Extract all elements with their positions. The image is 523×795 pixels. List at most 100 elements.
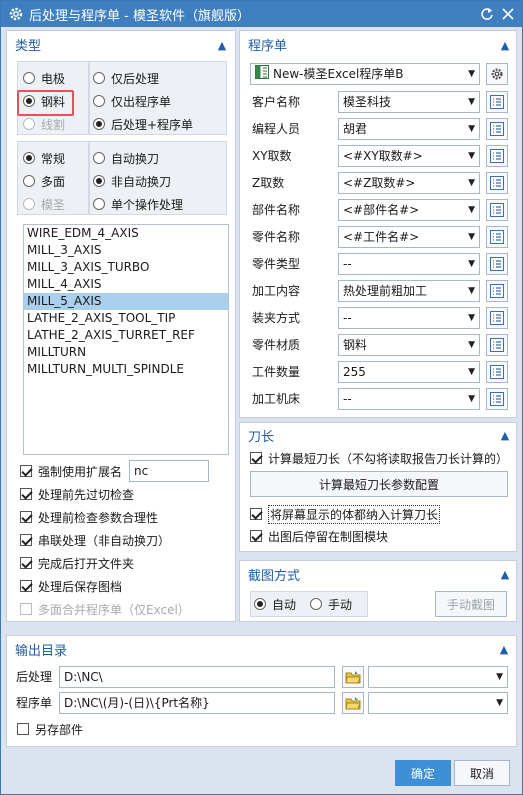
output-mode-radio-2[interactable]: 后处理+程序单 — [93, 114, 193, 134]
force-extension-check[interactable] — [20, 465, 32, 477]
output-mode-radio-dot[interactable] — [93, 72, 105, 84]
postprocessor-item[interactable]: MILLTURN — [24, 344, 228, 361]
postprocessor-item[interactable]: MILL_4_AXIS — [24, 276, 228, 293]
sheet-field-list-button[interactable] — [486, 388, 508, 410]
post-dir-history-select[interactable]: ▼ — [368, 666, 508, 688]
sheet-field-select[interactable]: -- ▼ — [338, 388, 480, 410]
postprocessor-item[interactable]: MILL_3_AXIS_TURBO — [24, 259, 228, 276]
collapse-type-icon[interactable]: ▲ — [215, 38, 229, 52]
calc-min-length-checkbox[interactable]: 计算最短刀长（不勾将读取报告刀长计算的） — [250, 448, 508, 468]
save-part-checkbox[interactable]: 另存部件 — [17, 719, 83, 739]
sheet-field-list-button[interactable] — [486, 118, 508, 140]
capture-manual-radio[interactable]: 手动 — [310, 594, 352, 614]
force-extension-checkbox[interactable]: 强制使用扩展名 — [20, 461, 122, 481]
scope-radio-dot[interactable] — [23, 198, 35, 210]
sheet-dir-folder-icon[interactable] — [342, 692, 364, 714]
option-check[interactable] — [20, 534, 32, 546]
sheet-field-select[interactable]: <#工件名#> ▼ — [338, 226, 480, 248]
tool-length-config-button[interactable]: 计算最短刀长参数配置 — [250, 471, 508, 497]
sheet-field-list-button[interactable] — [486, 91, 508, 113]
manual-capture-button[interactable]: 手动截图 — [435, 591, 507, 617]
cancel-button[interactable]: 取消 — [454, 760, 510, 786]
sheet-dir-history-select[interactable]: ▼ — [368, 692, 508, 714]
toolchange-radio-1[interactable]: 非自动换刀 — [93, 171, 171, 191]
stay-drafting-check[interactable] — [250, 530, 262, 542]
capture-auto-dot[interactable] — [254, 598, 266, 610]
capture-auto-radio[interactable]: 自动 — [254, 594, 296, 614]
sheet-field-list-button[interactable] — [486, 145, 508, 167]
output-mode-radio-1[interactable]: 仅出程序单 — [93, 91, 171, 111]
option-checkbox-3[interactable]: 完成后打开文件夹 — [20, 553, 134, 573]
collapse-sheet-icon[interactable]: ▲ — [498, 38, 512, 52]
option-check[interactable] — [20, 580, 32, 592]
sheet-field-select[interactable]: -- ▼ — [338, 307, 480, 329]
sheet-field-list-button[interactable] — [486, 334, 508, 356]
close-icon[interactable] — [498, 4, 518, 24]
toolchange-radio-0[interactable]: 自动换刀 — [93, 148, 159, 168]
option-checkbox-5[interactable]: 多面合并程序单（仅Excel） — [20, 599, 190, 619]
postprocessor-item[interactable]: LATHE_2_AXIS_TOOL_TIP — [24, 310, 228, 327]
sheet-field-select[interactable]: -- ▼ — [338, 253, 480, 275]
sheet-field-list-button[interactable] — [486, 307, 508, 329]
sheet-field-select[interactable]: 钢料 ▼ — [338, 334, 480, 356]
sheet-field-select[interactable]: 热处理前粗加工 ▼ — [338, 280, 480, 302]
post-dir-folder-icon[interactable] — [342, 666, 364, 688]
toolchange-radio-dot[interactable] — [93, 152, 105, 164]
sheet-field-select[interactable]: <#XY取数#> ▼ — [338, 145, 480, 167]
sheet-field-select[interactable]: 255 ▼ — [338, 361, 480, 383]
sheet-field-list-button[interactable] — [486, 361, 508, 383]
option-checkbox-0[interactable]: 处理前先过切检查 — [20, 484, 134, 504]
sheet-field-select[interactable]: <#部件名#> ▼ — [338, 199, 480, 221]
capture-manual-dot[interactable] — [310, 598, 322, 610]
scope-radio-0[interactable]: 常规 — [23, 148, 65, 168]
sheet-field-select[interactable]: 模圣科技 ▼ — [338, 91, 480, 113]
sheet-field-list-button[interactable] — [486, 226, 508, 248]
material-radio-0[interactable]: 电极 — [23, 68, 65, 88]
post-dir-input[interactable]: D:\NC\ — [59, 666, 335, 688]
sheet-dir-input[interactable]: D:\NC\(月)-(日)\{Prt名称} — [59, 692, 335, 714]
material-radio-dot[interactable] — [23, 72, 35, 84]
collapse-output-icon[interactable]: ▲ — [497, 642, 511, 656]
calc-min-length-check[interactable] — [250, 452, 262, 464]
include-bodies-checkbox[interactable]: 将屏幕显示的体都纳入计算刀长 — [250, 504, 441, 524]
option-check[interactable] — [20, 511, 32, 523]
toolchange-radio-dot[interactable] — [93, 175, 105, 187]
material-radio-2[interactable]: 线割 — [23, 114, 65, 134]
stay-drafting-checkbox[interactable]: 出图后停留在制图模块 — [250, 526, 388, 546]
include-bodies-check[interactable] — [250, 508, 262, 520]
scope-radio-dot[interactable] — [23, 175, 35, 187]
option-checkbox-2[interactable]: 串联处理（非自动换刀） — [20, 530, 170, 550]
reset-icon[interactable] — [477, 4, 497, 24]
scope-radio-dot[interactable] — [23, 152, 35, 164]
collapse-capture-icon[interactable]: ▲ — [498, 567, 512, 581]
postprocessor-item[interactable]: MILLTURN_MULTI_SPINDLE — [24, 361, 228, 378]
output-mode-radio-dot[interactable] — [93, 118, 105, 130]
scope-radio-1[interactable]: 多面 — [23, 171, 65, 191]
option-check[interactable] — [20, 603, 32, 615]
toolchange-radio-dot[interactable] — [93, 198, 105, 210]
sheet-field-select[interactable]: <#Z取数#> ▼ — [338, 172, 480, 194]
sheet-field-list-button[interactable] — [486, 172, 508, 194]
output-mode-radio-dot[interactable] — [93, 95, 105, 107]
sheet-field-list-button[interactable] — [486, 280, 508, 302]
postprocessor-item[interactable]: LATHE_2_AXIS_TURRET_REF — [24, 327, 228, 344]
postprocessor-item[interactable]: MILL_5_AXIS — [24, 293, 228, 310]
toolchange-radio-2[interactable]: 单个操作处理 — [93, 194, 183, 214]
template-settings-button[interactable] — [486, 63, 508, 85]
save-part-check[interactable] — [17, 723, 29, 735]
template-select[interactable]: New-模圣Excel程序单B ▼ — [250, 63, 480, 85]
collapse-tool-icon[interactable]: ▲ — [498, 428, 512, 442]
scope-radio-2[interactable]: 模圣 — [23, 194, 65, 214]
output-mode-radio-0[interactable]: 仅后处理 — [93, 68, 159, 88]
postprocessor-item[interactable]: MILL_3_AXIS — [24, 242, 228, 259]
material-radio-dot[interactable] — [23, 118, 35, 130]
postprocessor-list[interactable]: WIRE_EDM_4_AXIS MILL_3_AXIS MILL_3_AXIS_TU… — [23, 224, 229, 455]
option-check[interactable] — [20, 488, 32, 500]
option-checkbox-1[interactable]: 处理前检查参数合理性 — [20, 507, 158, 527]
option-checkbox-4[interactable]: 处理后保存图档 — [20, 576, 122, 596]
postprocessor-item[interactable]: WIRE_EDM_4_AXIS — [24, 225, 228, 242]
sheet-field-select[interactable]: 胡君 ▼ — [338, 118, 480, 140]
sheet-field-list-button[interactable] — [486, 253, 508, 275]
extension-input[interactable]: nc — [129, 460, 209, 482]
ok-button[interactable]: 确定 — [395, 760, 451, 786]
